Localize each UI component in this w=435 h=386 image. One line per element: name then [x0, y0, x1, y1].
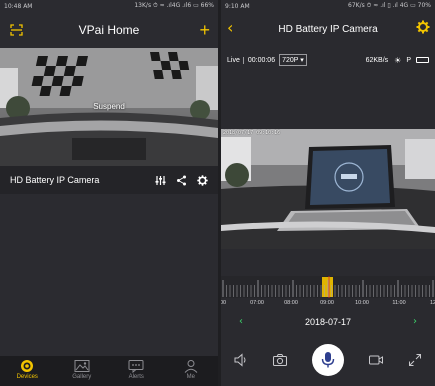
camera-icon[interactable]: [272, 352, 288, 368]
tab-label: Me: [186, 374, 195, 380]
person-icon: [184, 360, 198, 373]
selected-date: 2018-07-17: [304, 317, 352, 327]
device-actions: [155, 174, 208, 186]
live-video[interactable]: 2018/07/17 09:10:16: [221, 129, 435, 249]
timeline-label: 07:00: [250, 300, 264, 306]
speaker-icon[interactable]: [233, 352, 249, 368]
next-date-button[interactable]: ›: [413, 316, 417, 327]
tab-alerts[interactable]: Alerts: [114, 359, 158, 380]
device-list-empty-area: [0, 194, 218, 354]
date-selector: ‹ 2018-07-17 ›: [221, 314, 435, 330]
back-icon[interactable]: ‹: [227, 20, 233, 36]
video-record-icon[interactable]: [368, 352, 384, 368]
equalizer-icon[interactable]: [155, 175, 166, 186]
playback-controls: [221, 340, 435, 380]
timeline-label: 12: [429, 300, 435, 306]
timeline-label: 08:00: [284, 300, 298, 306]
resolution-select[interactable]: 720P ▾: [279, 54, 307, 66]
status-bar-right: 9:10 AM 67K/s ⏱ ≈ .ıl ▯ .ıl 4G ▭ 70%: [221, 0, 435, 12]
battery-icon: [416, 57, 429, 63]
bottom-tab-bar: Devices Gallery Alerts Me: [0, 356, 218, 386]
resolution-value: 720P: [282, 57, 299, 64]
gear-icon[interactable]: [197, 174, 208, 186]
device-row[interactable]: HD Battery IP Camera: [0, 166, 218, 194]
live-label: Live: [227, 56, 244, 64]
image-icon: [74, 360, 90, 372]
tab-label: Devices: [16, 374, 38, 380]
previous-date-button[interactable]: ‹: [239, 316, 243, 327]
timeline-ticks: [221, 276, 435, 298]
microphone-button[interactable]: [311, 344, 344, 376]
timeline-label: 09:00: [320, 300, 334, 306]
status-bar-left: 10:48 AM 13K/s ⏱ ≈ .ıl4G .ıl6 ▭ 66%: [0, 0, 218, 12]
p-indicator: P: [406, 56, 411, 64]
add-device-button[interactable]: +: [199, 21, 210, 39]
status-indicators: 67K/s ⏱ ≈ .ıl ▯ .ıl 4G ▭ 70%: [348, 2, 431, 9]
live-duration: 00:00:06: [247, 56, 276, 64]
tab-me[interactable]: Me: [169, 359, 213, 380]
camera-header: ‹ HD Battery IP Camera: [221, 12, 435, 46]
page-title: VPai Home: [78, 23, 140, 37]
vpai-home-screen: 10:48 AM 13K/s ⏱ ≈ .ıl4G .ıl6 ▭ 66% VPai…: [0, 0, 218, 386]
device-name: HD Battery IP Camera: [10, 175, 100, 185]
status-time: 9:10 AM: [225, 2, 250, 10]
video-timestamp: 2018/07/17 09:10:16: [223, 130, 281, 136]
target-icon: [21, 360, 34, 372]
page-title: HD Battery IP Camera: [278, 23, 378, 35]
tab-label: Alerts: [128, 374, 144, 380]
status-indicators: 13K/s ⏱ ≈ .ıl4G .ıl6 ▭ 66%: [134, 2, 214, 9]
camera-preview[interactable]: Suspend: [0, 48, 218, 166]
microphone-icon: [321, 352, 335, 368]
scan-icon[interactable]: [10, 24, 23, 36]
timeline-label: 00: [221, 300, 227, 306]
timeline-labels: 00 07:00 08:00 09:00 10:00 11:00 12: [221, 300, 435, 310]
screenshot-pair: 10:48 AM 13K/s ⏱ ≈ .ıl4G .ıl6 ▭ 66% VPai…: [0, 0, 435, 386]
status-time: 10:48 AM: [4, 2, 33, 10]
timeline-label: 10:00: [355, 300, 369, 306]
live-status-bar: Live 00:00:06 720P ▾ 62KB/s ☀ P: [221, 52, 435, 68]
brightness-icon[interactable]: ☀: [394, 56, 401, 65]
preview-status-text: Suspend: [93, 102, 125, 111]
message-icon: [128, 360, 144, 373]
tab-label: Gallery: [72, 374, 92, 380]
share-icon[interactable]: [176, 175, 187, 186]
home-header: VPai Home +: [0, 12, 218, 48]
tab-gallery[interactable]: Gallery: [60, 359, 104, 380]
tab-devices[interactable]: Devices: [5, 359, 49, 380]
playback-timeline[interactable]: 00 07:00 08:00 09:00 10:00 11:00 12: [221, 276, 435, 312]
video-image: [221, 129, 435, 249]
fullscreen-icon[interactable]: [407, 352, 423, 368]
bitrate-readout: 62KB/s: [365, 56, 389, 64]
gear-icon[interactable]: [416, 20, 430, 34]
timeline-label: 11:00: [392, 300, 406, 306]
camera-live-screen: 9:10 AM 67K/s ⏱ ≈ .ıl ▯ .ıl 4G ▭ 70% ‹ H…: [221, 0, 435, 386]
